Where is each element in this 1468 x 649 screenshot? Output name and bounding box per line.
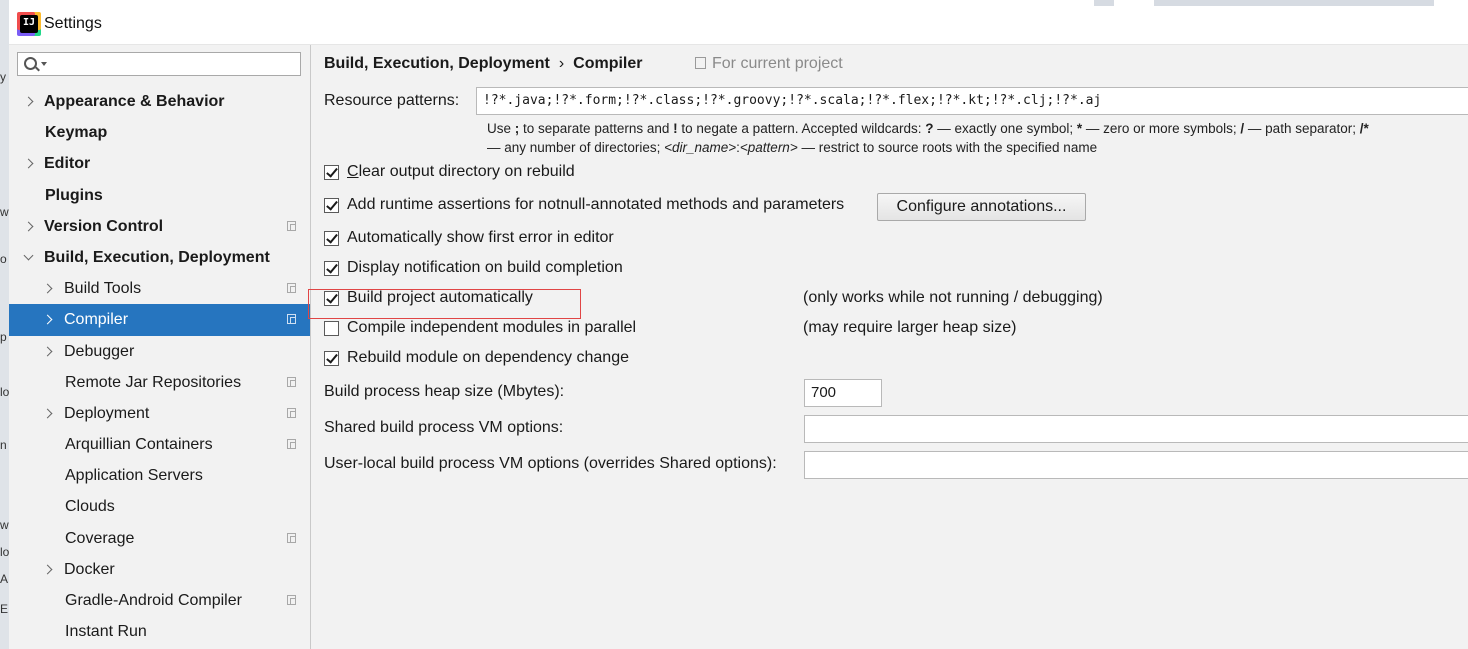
resource-patterns-input[interactable]: !?*.java;!?*.form;!?*.class;!?*.groovy;!… <box>476 87 1468 115</box>
build-automatically-checkbox[interactable] <box>324 291 339 306</box>
sidebar-item-build-tools[interactable]: Build Tools <box>9 273 310 304</box>
display-notification-checkbox[interactable] <box>324 261 339 276</box>
sidebar-item-label: Build Tools <box>64 280 142 298</box>
compile-parallel-note: (may require larger heap size) <box>803 319 1017 336</box>
sidebar-item-instant-run[interactable]: Instant Run <box>9 616 310 647</box>
runtime-assertions-checkbox[interactable] <box>324 198 339 213</box>
breadcrumb-separator: › <box>558 55 565 72</box>
heap-size-label: Build process heap size (Mbytes): <box>324 383 565 400</box>
sidebar-item-label: Remote Jar Repositories <box>65 373 242 391</box>
window-title: Settings <box>44 15 102 32</box>
shared-vm-options-label: Shared build process VM options: <box>324 419 564 436</box>
intellij-logo-icon: IJ <box>20 15 38 33</box>
build-automatically-note: (only works while not running / debuggin… <box>803 289 1103 306</box>
chevron-right-icon[interactable] <box>42 283 53 294</box>
sidebar-item-clouds[interactable]: Clouds <box>9 491 310 522</box>
build-automatically-label: Build project automatically <box>347 289 533 306</box>
settings-tree: Appearance & Behavior Keymap Editor Plugins… <box>9 86 310 647</box>
rebuild-on-dependency-label: Rebuild module on dependency change <box>347 349 629 366</box>
sidebar-item-editor[interactable]: Editor <box>9 148 310 179</box>
resource-patterns-hint-line1: Use ; to separate patterns and ! to nega… <box>487 121 1369 136</box>
show-first-error-label: Automatically show first error in editor <box>347 229 614 246</box>
chevron-right-icon[interactable] <box>23 221 34 232</box>
breadcrumb: Build, Execution, Deployment › Compiler <box>324 55 642 73</box>
title-bar[interactable]: IJ Settings <box>9 0 1468 45</box>
project-scope-icon <box>287 220 296 231</box>
sidebar-item-label: Editor <box>44 155 91 173</box>
sidebar-item-label: Plugins <box>45 186 103 204</box>
settings-search-input[interactable] <box>17 52 301 76</box>
project-scope-icon <box>287 595 296 605</box>
compile-parallel-label: Compile independent modules in parallel <box>347 319 637 336</box>
sidebar-item-debugger[interactable]: Debugger <box>9 336 310 367</box>
sidebar-item-label: Appearance & Behavior <box>44 93 225 110</box>
sidebar-item-application-servers[interactable]: Application Servers <box>9 460 310 491</box>
sidebar-item-remote-jar-repositories[interactable]: Remote Jar Repositories <box>9 367 310 398</box>
sidebar-item-version-control[interactable]: Version Control <box>9 211 310 242</box>
sidebar-item-compiler[interactable]: Compiler <box>9 304 310 336</box>
chevron-right-icon[interactable] <box>23 158 34 169</box>
sidebar-item-gradle-android-compiler[interactable]: Gradle-Android Compiler <box>9 585 310 616</box>
project-scope-icon <box>287 283 296 294</box>
heap-size-input[interactable]: 700 <box>804 379 882 407</box>
sidebar-item-docker[interactable]: Docker <box>9 554 310 585</box>
show-first-error-checkbox[interactable] <box>324 231 339 246</box>
project-scope-icon <box>287 314 296 325</box>
sidebar-item-label: Keymap <box>45 124 108 142</box>
sidebar-item-deployment[interactable]: Deployment <box>9 398 310 429</box>
configure-annotations-button[interactable]: Configure annotations... <box>877 193 1086 221</box>
sidebar-item-label: Application Servers <box>65 467 203 485</box>
sidebar-item-label: Coverage <box>65 529 135 547</box>
sidebar-item-label: Arquillian Containers <box>65 436 213 454</box>
sidebar-item-coverage[interactable]: Coverage <box>9 523 310 554</box>
project-scope-icon <box>695 57 706 69</box>
breadcrumb-parent: Build, Execution, Deployment <box>324 55 550 72</box>
chevron-down-icon[interactable] <box>23 250 34 261</box>
user-local-vm-options-input[interactable] <box>804 451 1468 479</box>
compiler-settings-panel: Build, Execution, Deployment › Compiler Fo… <box>308 45 1468 649</box>
settings-sidebar: Appearance & Behavior Keymap Editor Plugins… <box>9 45 311 649</box>
sidebar-item-arquillian-containers[interactable]: Arquillian Containers <box>9 429 310 460</box>
search-icon <box>24 57 37 70</box>
chevron-right-icon[interactable] <box>23 96 34 107</box>
clear-output-checkbox[interactable] <box>324 165 339 180</box>
sidebar-item-label: Version Control <box>44 217 164 235</box>
breadcrumb-current: Compiler <box>573 55 643 72</box>
project-scope-icon <box>287 532 296 543</box>
scope-indicator: For current project <box>695 55 843 73</box>
sidebar-item-keymap[interactable]: Keymap <box>9 117 310 148</box>
sidebar-item-label: Gradle-Android Compiler <box>65 592 242 609</box>
sidebar-item-label: Debugger <box>64 342 135 360</box>
display-notification-label: Display notification on build completion <box>347 259 623 276</box>
sidebar-item-appearance-behavior[interactable]: Appearance & Behavior <box>9 86 310 117</box>
chevron-right-icon[interactable] <box>42 408 53 419</box>
scope-label: For current project <box>712 55 843 72</box>
search-history-dropdown-icon[interactable] <box>41 62 47 66</box>
chevron-right-icon[interactable] <box>42 314 53 325</box>
sidebar-item-label: Build, Execution, Deployment <box>44 248 270 266</box>
chevron-right-icon[interactable] <box>42 564 53 575</box>
sidebar-item-label: Docker <box>64 560 115 578</box>
compile-parallel-checkbox[interactable] <box>324 321 339 336</box>
resource-patterns-hint-line2: — any number of directories; <dir_name>:… <box>487 140 1098 155</box>
sidebar-item-plugins[interactable]: Plugins <box>9 180 310 211</box>
chevron-right-icon[interactable] <box>42 346 53 356</box>
sidebar-item-label: Deployment <box>64 404 150 422</box>
project-scope-icon <box>287 439 296 450</box>
clear-output-label: Clear output directory on rebuild <box>347 163 575 180</box>
sidebar-item-build-execution-deployment[interactable]: Build, Execution, Deployment <box>9 242 310 273</box>
resource-patterns-label: Resource patterns: <box>324 92 460 109</box>
shared-vm-options-input[interactable] <box>804 415 1468 443</box>
sidebar-item-label: Compiler <box>64 311 129 329</box>
runtime-assertions-label: Add runtime assertions for notnull-annot… <box>347 196 845 213</box>
user-local-vm-options-label: User-local build process VM options (ove… <box>324 455 777 472</box>
project-scope-icon <box>287 376 296 387</box>
sidebar-item-label: Instant Run <box>65 623 147 641</box>
project-scope-icon <box>287 407 296 418</box>
sidebar-item-label: Clouds <box>65 498 115 516</box>
rebuild-on-dependency-checkbox[interactable] <box>324 351 339 366</box>
